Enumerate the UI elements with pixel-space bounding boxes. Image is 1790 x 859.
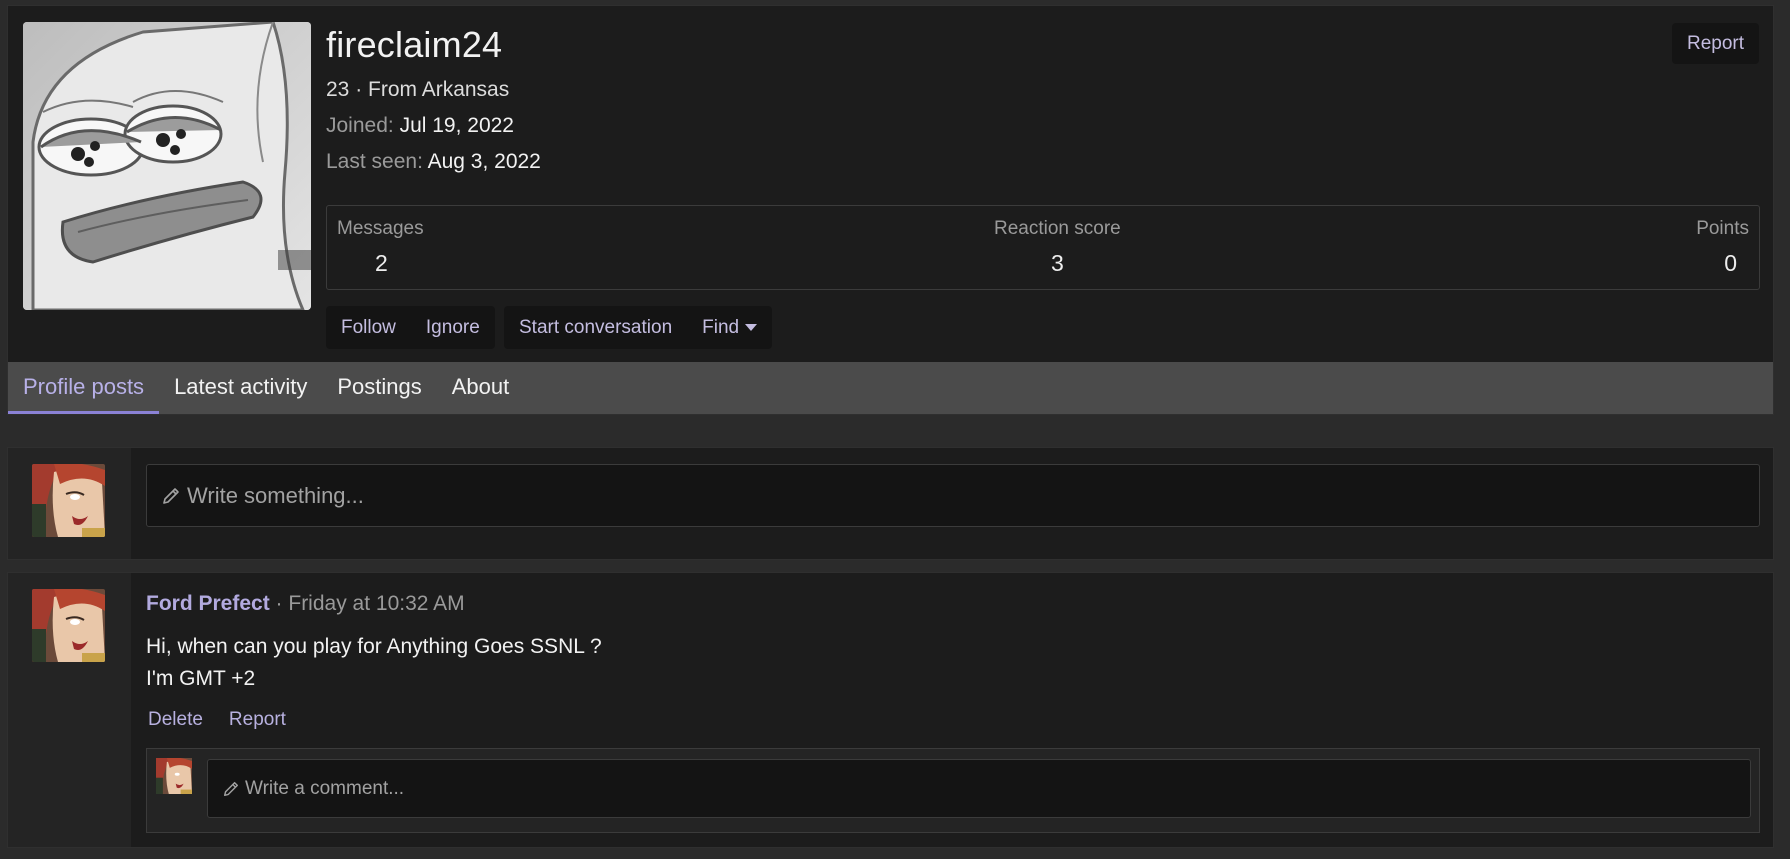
profile-page: fireclaim24 23 · From Arkansas Joined: J… [0, 0, 1790, 859]
pencil-icon [223, 781, 239, 796]
profile-joined: Joined: Jul 19, 2022 [326, 114, 514, 138]
anime-avatar-image [156, 758, 192, 794]
post-author-avatar[interactable] [32, 589, 105, 662]
post-line: I'm GMT +2 [146, 667, 256, 690]
reaction-label: Reaction score [994, 218, 1121, 239]
profile-stats: Messages 2 Reaction score 3 Points 0 [326, 205, 1760, 290]
post-timestamp[interactable]: · Friday at 10:32 AM [270, 592, 465, 615]
start-conversation-button[interactable]: Start conversation [504, 317, 687, 339]
find-menu-button[interactable]: Find [687, 317, 772, 339]
comment-user-avatar[interactable] [156, 758, 192, 794]
profile-header: fireclaim24 23 · From Arkansas Joined: J… [7, 5, 1774, 415]
post-line: Hi, when can you play for Anything Goes … [146, 635, 602, 658]
stat-messages[interactable]: Messages 2 [337, 218, 424, 277]
write-something-input[interactable]: Write something... [146, 464, 1760, 527]
stat-points: Points 0 [1696, 218, 1749, 277]
report-profile-button[interactable]: Report [1671, 23, 1759, 64]
new-profile-post: Write something... [7, 447, 1774, 560]
joined-value: Jul 19, 2022 [399, 114, 514, 137]
post-author-link[interactable]: Ford Prefect [146, 592, 270, 615]
post-header: Ford Prefect · Friday at 10:32 AM [146, 592, 465, 616]
current-user-avatar[interactable] [32, 464, 105, 537]
ignore-button[interactable]: Ignore [411, 317, 495, 339]
tab-postings[interactable]: Postings [322, 362, 436, 414]
tab-profile-posts[interactable]: Profile posts [8, 362, 160, 414]
tab-about[interactable]: About [437, 362, 525, 414]
find-label: Find [702, 316, 740, 338]
profile-age-location: 23 · From Arkansas [326, 78, 510, 101]
profile-tabs: Profile posts Latest activity Postings A… [8, 362, 1773, 414]
write-comment-placeholder: Write a comment... [245, 777, 405, 799]
messages-label: Messages [337, 218, 424, 239]
stat-reaction-score: Reaction score 3 [994, 218, 1121, 277]
profile-avatar[interactable] [23, 22, 311, 310]
write-comment-input[interactable]: Write a comment... [207, 759, 1751, 818]
anime-avatar-image [32, 589, 105, 662]
last-seen-value[interactable]: Aug 3, 2022 [428, 150, 541, 173]
points-value: 0 [1724, 250, 1737, 276]
comment-area: Write a comment... [146, 748, 1760, 833]
profile-username: fireclaim24 [326, 24, 503, 65]
joined-label: Joined: [326, 114, 394, 137]
delete-post-button[interactable]: Delete [148, 709, 203, 731]
reaction-value: 3 [1050, 250, 1064, 276]
pencil-icon [163, 487, 179, 504]
frog-avatar-image [23, 22, 311, 310]
write-something-placeholder: Write something... [187, 482, 364, 508]
last-seen-label: Last seen: [326, 150, 423, 173]
profile-post: Ford Prefect · Friday at 10:32 AM Hi, wh… [7, 572, 1774, 848]
conversation-find-group: Start conversation Find [504, 306, 773, 349]
caret-down-icon [745, 323, 758, 331]
follow-button[interactable]: Follow [326, 317, 411, 339]
profile-last-seen: Last seen: Aug 3, 2022 [326, 150, 541, 174]
follow-ignore-group: Follow Ignore [326, 306, 495, 349]
report-post-button[interactable]: Report [229, 709, 286, 731]
anime-avatar-image [32, 464, 105, 537]
messages-value[interactable]: 2 [337, 250, 424, 277]
post-content: Hi, when can you play for Anything Goes … [146, 631, 602, 695]
post-actions: Delete Report [148, 709, 286, 731]
points-label: Points [1696, 218, 1749, 239]
tab-latest-activity[interactable]: Latest activity [159, 362, 322, 414]
